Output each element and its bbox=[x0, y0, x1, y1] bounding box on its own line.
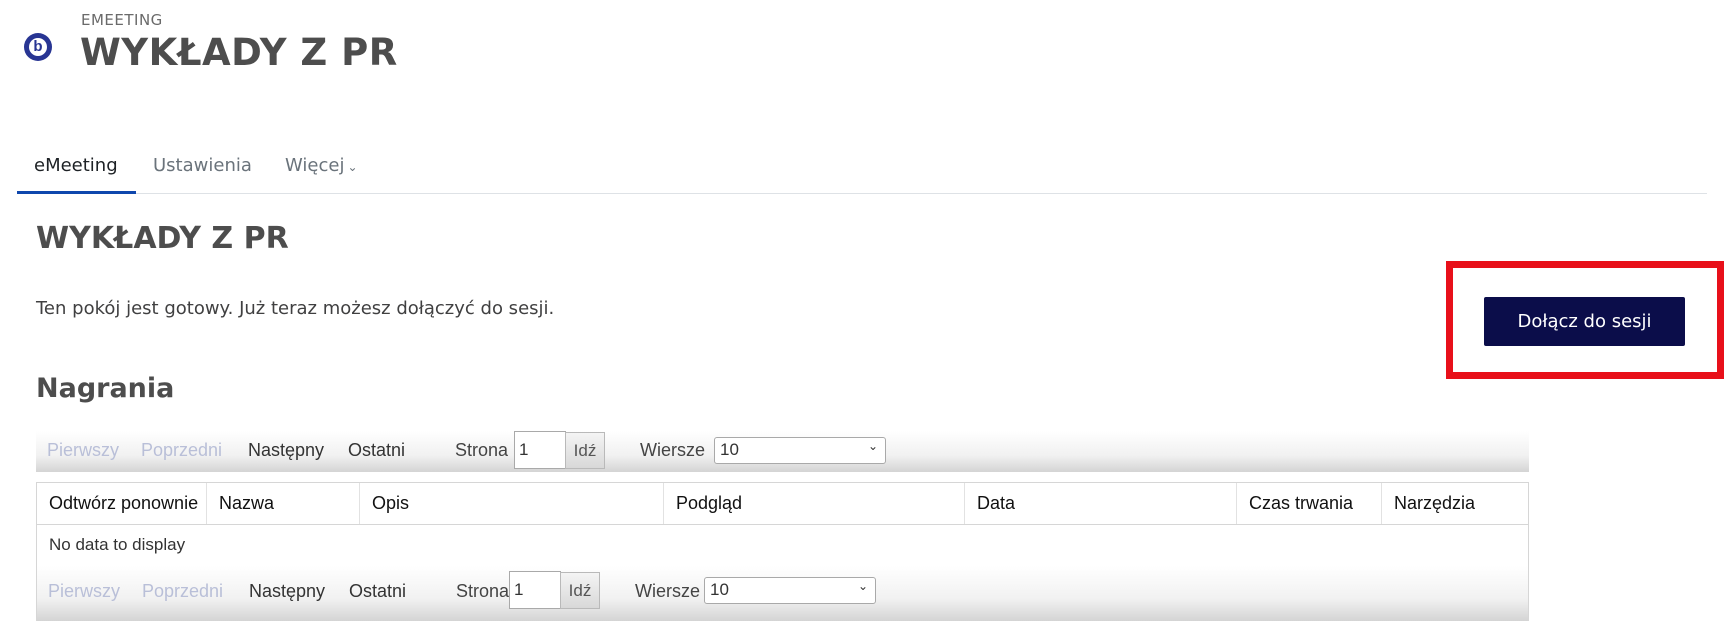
empty-table-message: No data to display bbox=[36, 525, 1529, 567]
rows-label: Wiersze bbox=[635, 581, 701, 601]
logo-letter: b bbox=[29, 38, 47, 56]
pager-last[interactable]: Ostatni bbox=[349, 581, 406, 602]
pager-last[interactable]: Ostatni bbox=[348, 440, 405, 461]
bigbluebutton-icon: b bbox=[24, 33, 52, 61]
tab-ustawienia-label: Ustawienia bbox=[153, 155, 252, 176]
column-header[interactable]: Czas trwania bbox=[1237, 483, 1382, 524]
secondary-navigation: eMeeting Ustawienia Więcej ⌄ bbox=[17, 145, 1707, 194]
column-header[interactable]: Nazwa bbox=[207, 483, 360, 524]
active-tab-indicator bbox=[17, 191, 136, 194]
go-button[interactable]: Idź bbox=[565, 432, 605, 469]
pager-next[interactable]: Następny bbox=[248, 440, 324, 461]
column-header[interactable]: Narzędzia bbox=[1382, 483, 1528, 524]
pager-previous: Poprzedni bbox=[142, 581, 224, 601]
join-session-button[interactable]: Dołącz do sesji bbox=[1484, 297, 1685, 346]
room-status-message: Ten pokój jest gotowy. Już teraz możesz … bbox=[36, 298, 555, 319]
page-title: WYKŁADY Z PR bbox=[80, 31, 398, 74]
activity-type-label: EMEETING bbox=[81, 11, 163, 29]
rows-per-page-value: 10 bbox=[720, 440, 739, 459]
rows-label: Wiersze bbox=[640, 440, 706, 460]
rows-per-page-value: 10 bbox=[710, 580, 729, 599]
tab-emeeting[interactable]: eMeeting bbox=[34, 155, 118, 176]
page-number-input[interactable] bbox=[514, 431, 566, 469]
recordings-pager-top: Pierwszy Poprzedni Następny Ostatni Stro… bbox=[36, 431, 1529, 472]
pager-previous: Poprzedni bbox=[141, 440, 223, 460]
recordings-pager-bottom: Pierwszy Poprzedni Następny Ostatni Stro… bbox=[36, 566, 1529, 621]
go-button[interactable]: Idź bbox=[560, 572, 600, 609]
chevron-down-icon: ⌄ bbox=[867, 439, 878, 453]
chevron-down-icon: ⌄ bbox=[347, 160, 358, 174]
page-number-input[interactable] bbox=[509, 571, 561, 609]
pager-first: Pierwszy bbox=[47, 440, 120, 460]
column-header[interactable]: Opis bbox=[360, 483, 664, 524]
pager-next[interactable]: Następny bbox=[249, 581, 325, 602]
rows-per-page-select[interactable]: 10 ⌄ bbox=[714, 437, 886, 464]
rows-per-page-select[interactable]: 10 ⌄ bbox=[704, 577, 876, 604]
chevron-down-icon: ⌄ bbox=[857, 579, 868, 593]
tab-wiecej[interactable]: Więcej ⌄ bbox=[285, 155, 358, 176]
page-label: Strona bbox=[456, 581, 510, 601]
tab-emeeting-label: eMeeting bbox=[34, 155, 118, 176]
room-title: WYKŁADY Z PR bbox=[36, 221, 289, 256]
tab-ustawienia[interactable]: Ustawienia bbox=[153, 155, 252, 176]
recordings-table-header: Odtwórz ponownie Nazwa Opis Podgląd Data… bbox=[36, 482, 1529, 525]
recordings-title: Nagrania bbox=[36, 373, 175, 404]
column-header[interactable]: Podgląd bbox=[664, 483, 965, 524]
page-label: Strona bbox=[455, 440, 509, 460]
column-header[interactable]: Data bbox=[965, 483, 1237, 524]
pager-first: Pierwszy bbox=[48, 581, 121, 601]
column-header[interactable]: Odtwórz ponownie bbox=[37, 483, 207, 524]
tab-wiecej-label: Więcej bbox=[285, 155, 345, 176]
